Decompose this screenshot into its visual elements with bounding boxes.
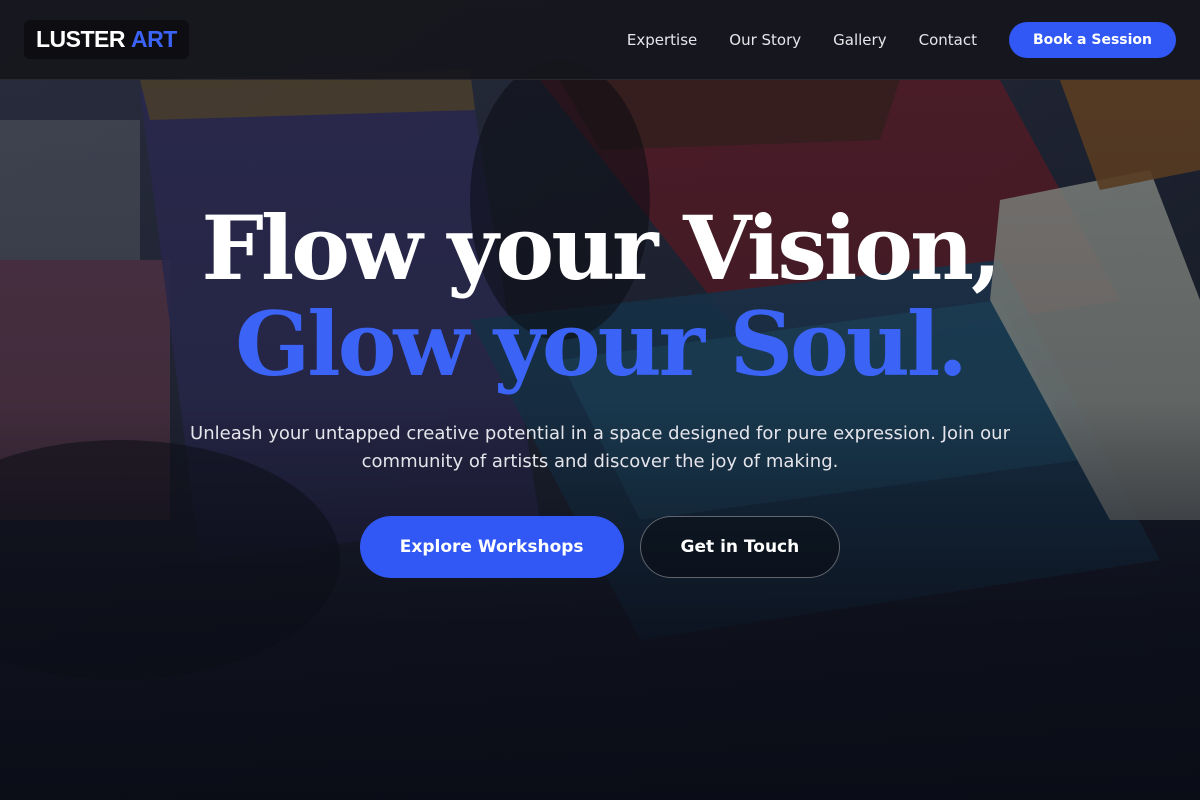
brand-name-part1: LUSTER (36, 26, 126, 52)
get-in-touch-button[interactable]: Get in Touch (639, 516, 841, 578)
book-session-button[interactable]: Book a Session (1008, 21, 1176, 58)
hero-subtitle: Unleash your untapped creative potential… (190, 423, 1010, 472)
hero-cta-group: Explore Workshops Get in Touch (0, 516, 1200, 578)
explore-workshops-button[interactable]: Explore Workshops (359, 516, 624, 578)
site-header: LUSTER ART Expertise Our Story Gallery C… (0, 0, 1200, 80)
nav-item-contact[interactable]: Contact (919, 31, 977, 49)
hero-headline-line1: Flow your Vision, (201, 196, 1001, 300)
main-nav: Expertise Our Story Gallery Contact Book… (627, 21, 1176, 58)
brand-name-part2: ART (131, 26, 177, 52)
nav-item-gallery[interactable]: Gallery (833, 31, 886, 49)
hero-headline-line2: Glow your Soul. (235, 292, 968, 396)
nav-item-expertise[interactable]: Expertise (627, 31, 697, 49)
nav-item-our-story[interactable]: Our Story (729, 31, 801, 49)
brand-logo[interactable]: LUSTER ART (24, 20, 189, 59)
hero-section: Flow your Vision, Glow your Soul. Unleas… (0, 200, 1200, 578)
